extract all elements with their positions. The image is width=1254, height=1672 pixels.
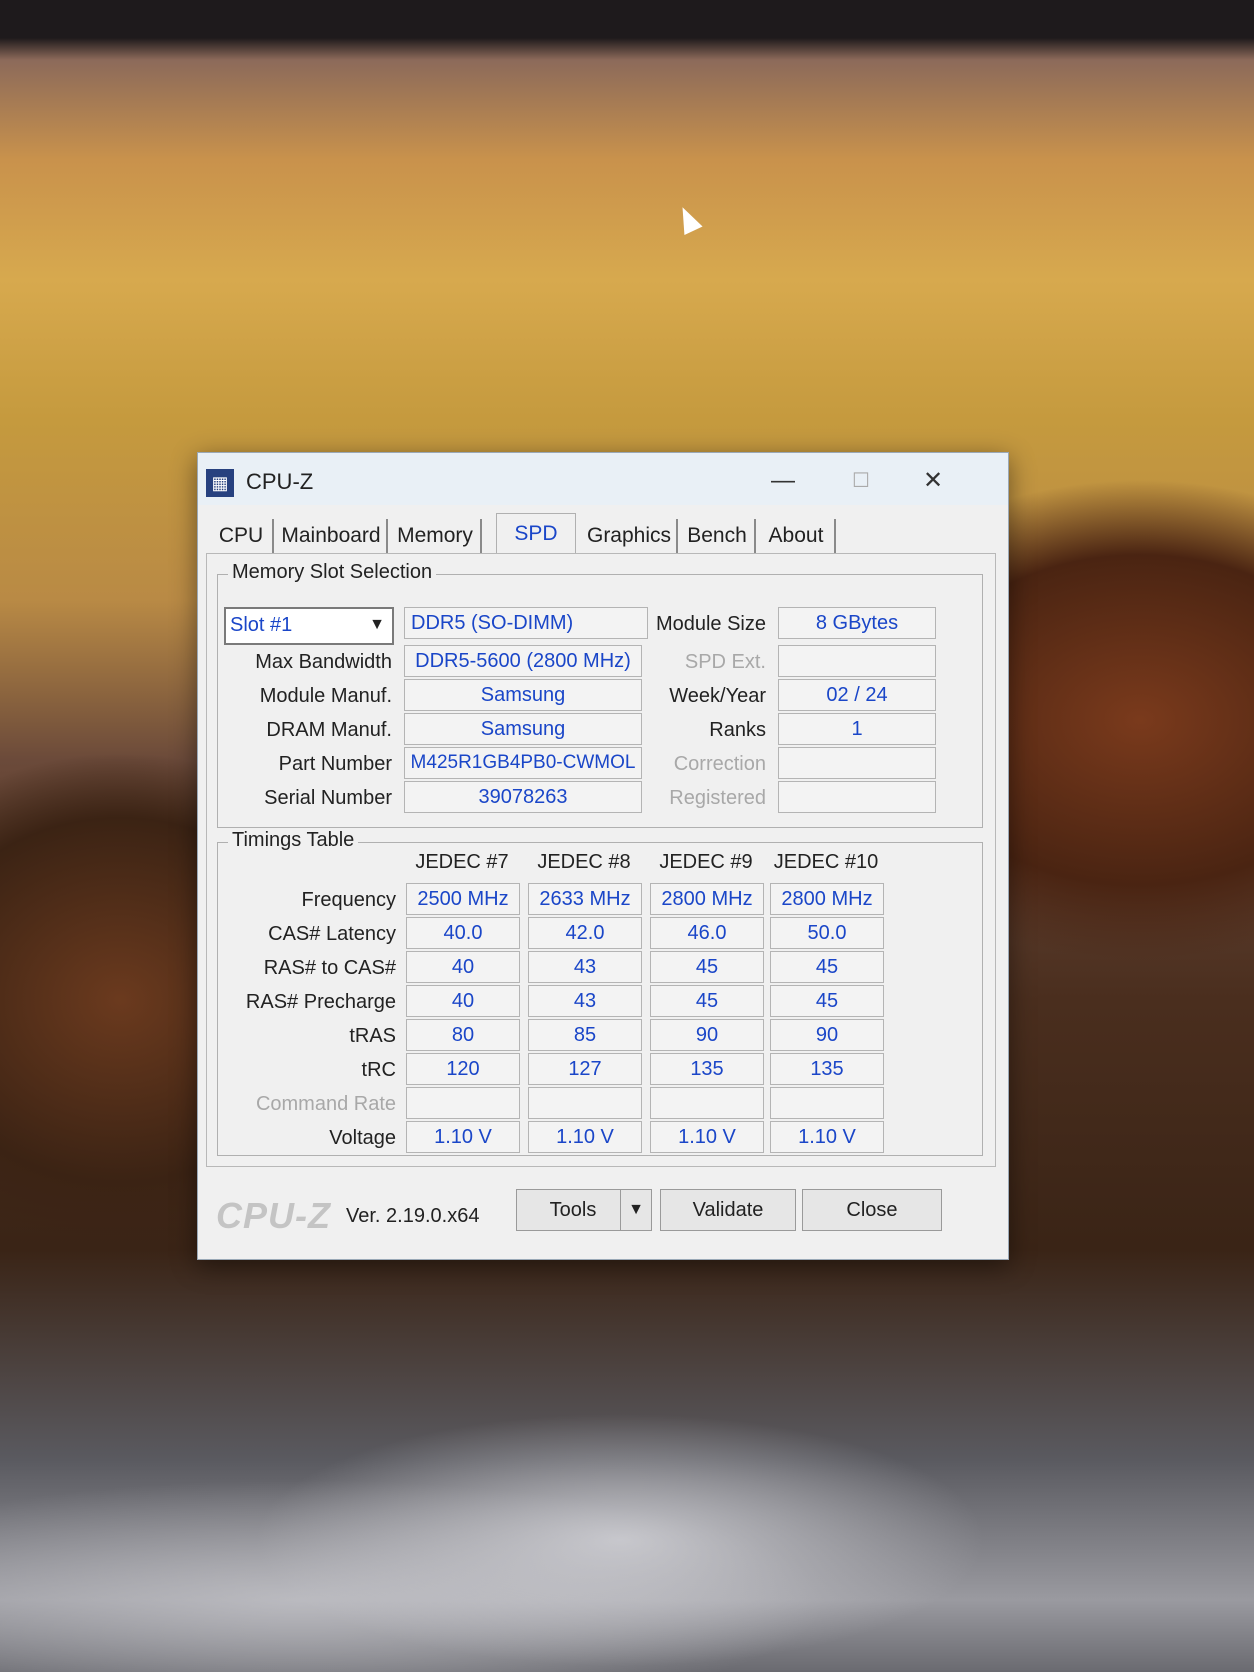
timings-cell: 50.0 [770,917,884,949]
tab-spd[interactable]: SPD [496,513,576,556]
title-bar[interactable]: ▦ CPU-Z — ☐ ✕ [198,453,1008,505]
close-button[interactable]: Close [802,1189,942,1231]
ranks-field: 1 [778,713,936,745]
module-size-label: Module Size [655,613,766,635]
timings-row-label: RAS# to CAS# [263,957,396,979]
timings-row-label: RAS# Precharge [245,991,396,1013]
timings-cell: 135 [650,1053,764,1085]
spd-ext-label: SPD Ext. [684,651,766,673]
registered-field [778,781,936,813]
timings-group: Timings Table JEDEC #7 JEDEC #8 JEDEC #9 JE… [217,829,983,1156]
minimize-button[interactable]: — [760,461,806,501]
timings-cell: 40.0 [406,917,520,949]
timings-cell: 2633 MHz [528,883,642,915]
tab-about[interactable]: About [758,519,836,553]
timings-cell: 45 [650,985,764,1017]
tools-dropdown-chevron-down-icon[interactable]: ▼ [620,1189,652,1231]
week-year-label: Week/Year [669,685,766,707]
timings-cell: 2800 MHz [650,883,764,915]
maximize-button[interactable]: ☐ [838,461,884,501]
timings-column-header: JEDEC #8 [537,851,631,873]
timings-column-header: JEDEC #10 [773,851,879,873]
close-window-button[interactable]: ✕ [910,461,956,501]
timings-cell: 40 [406,951,520,983]
timings-cell: 45 [770,985,884,1017]
timings-cell: 40 [406,985,520,1017]
max-bandwidth-label: Max Bandwidth [255,651,392,673]
timings-group-title: Timings Table [228,829,359,852]
footer-bar: CPU-Z Ver. 2.19.0.x64 Tools ▼ Validate C… [198,1175,1008,1259]
timings-cell: 43 [528,951,642,983]
timings-cell: 45 [650,951,764,983]
part-number-field: M425R1GB4PB0-CWMOL [404,747,642,779]
memory-slot-group-title: Memory Slot Selection [228,561,437,584]
max-bandwidth-field: DDR5-5600 (2800 MHz) [404,645,642,677]
timings-cell [406,1087,520,1119]
module-manuf-label: Module Manuf. [259,685,392,707]
timings-row-label: tRAS [349,1025,396,1047]
spd-ext-field [778,645,936,677]
tab-mainboard[interactable]: Mainboard [276,519,388,553]
version-label: Ver. 2.19.0.x64 [346,1205,480,1227]
timings-column-header: JEDEC #9 [659,851,753,873]
timings-column-header: JEDEC #7 [415,851,509,873]
timings-cell: 90 [650,1019,764,1051]
cpuz-window: ▦ CPU-Z — ☐ ✕ CPU Mainboard Memory SPD G… [197,452,1009,1260]
timings-cell: 45 [770,951,884,983]
timings-cell: 127 [528,1053,642,1085]
dram-manuf-field: Samsung [404,713,642,745]
tab-graphics[interactable]: Graphics [582,519,678,553]
timings-cell [528,1087,642,1119]
module-size-field: 8 GBytes [778,607,936,639]
timings-row-label: Command Rate [255,1093,396,1115]
serial-number-label: Serial Number [264,787,392,809]
registered-label: Registered [669,787,766,809]
window-title: CPU-Z [246,469,314,494]
ranks-label: Ranks [709,719,766,741]
spd-panel: Memory Slot Selection Slot #1 ▼ DDR5 (SO… [206,553,996,1167]
timings-cell: 43 [528,985,642,1017]
timings-row-label: tRC [361,1059,396,1081]
tools-button[interactable]: Tools [516,1189,630,1231]
module-type-field: DDR5 (SO-DIMM) [404,607,648,639]
timings-row-label: Voltage [329,1127,396,1149]
tab-memory[interactable]: Memory [390,519,482,553]
tab-cpu[interactable]: CPU [210,519,274,553]
serial-number-field: 39078263 [404,781,642,813]
timings-cell: 2500 MHz [406,883,520,915]
memory-slot-group: Memory Slot Selection Slot #1 ▼ DDR5 (SO… [217,561,983,828]
chevron-down-icon[interactable]: ▼ [362,609,392,641]
timings-cell: 120 [406,1053,520,1085]
validate-button[interactable]: Validate [660,1189,796,1231]
timings-cell: 135 [770,1053,884,1085]
week-year-field: 02 / 24 [778,679,936,711]
timings-row-label: CAS# Latency [268,923,396,945]
timings-cell: 42.0 [528,917,642,949]
timings-cell: 1.10 V [650,1121,764,1153]
dram-manuf-label: DRAM Manuf. [266,719,392,741]
timings-cell: 85 [528,1019,642,1051]
timings-cell: 1.10 V [528,1121,642,1153]
timings-cell: 90 [770,1019,884,1051]
cpuz-brand-logo: CPU-Z [216,1195,331,1236]
timings-row-label: Frequency [301,889,397,911]
module-manuf-field: Samsung [404,679,642,711]
part-number-label: Part Number [278,753,392,775]
slot-select[interactable]: Slot #1 ▼ [224,607,394,645]
timings-cell [770,1087,884,1119]
slot-select-value: Slot #1 [230,614,293,636]
correction-label: Correction [673,753,766,775]
timings-cell [650,1087,764,1119]
timings-cell: 80 [406,1019,520,1051]
tab-bench[interactable]: Bench [680,519,756,553]
correction-field [778,747,936,779]
cpu-z-app-icon: ▦ [206,469,234,497]
timings-cell: 1.10 V [770,1121,884,1153]
timings-cell: 2800 MHz [770,883,884,915]
tab-bar: CPU Mainboard Memory SPD Graphics Bench … [210,513,1000,556]
timings-cell: 1.10 V [406,1121,520,1153]
timings-cell: 46.0 [650,917,764,949]
